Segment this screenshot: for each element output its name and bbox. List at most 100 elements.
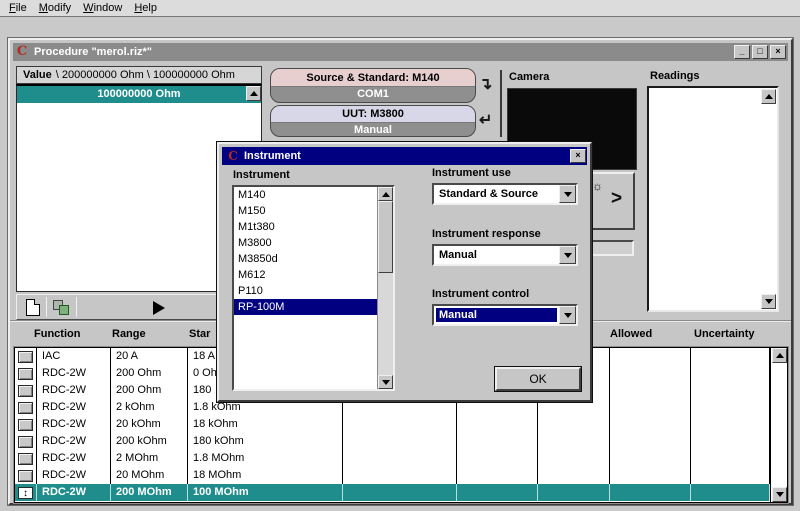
close-button[interactable]: × xyxy=(770,45,786,59)
table-cell xyxy=(691,348,770,365)
table-scroll-down-button[interactable] xyxy=(772,487,787,502)
row-selector-cell xyxy=(15,365,37,382)
table-cell: 1.8 MOhm xyxy=(188,450,343,467)
menu-item-modify[interactable]: Modify xyxy=(39,2,71,14)
dropdown-button[interactable] xyxy=(559,246,576,264)
row-checkbox[interactable] xyxy=(18,368,33,380)
instrument-item[interactable]: M1t380 xyxy=(234,219,377,235)
instrument-item[interactable]: M150 xyxy=(234,203,377,219)
table-cell xyxy=(691,433,770,450)
instrument-control-dropdown[interactable]: Manual xyxy=(432,304,578,326)
copy-icon[interactable] xyxy=(53,300,71,316)
ok-button[interactable]: OK xyxy=(495,367,581,391)
brightness-icon: ☼ xyxy=(592,179,603,193)
table-cell xyxy=(538,450,610,467)
readings-list[interactable] xyxy=(647,86,779,312)
scroll-up-icon xyxy=(382,192,390,197)
table-cell xyxy=(538,467,610,484)
source-standard-button[interactable]: Source & Standard: M140 xyxy=(271,69,475,87)
instrument-response-value: Manual xyxy=(436,248,557,262)
list-scroll-down-button[interactable] xyxy=(378,375,393,389)
next-button[interactable]: > xyxy=(611,188,622,210)
readings-scroll-down-button[interactable] xyxy=(761,294,776,309)
table-row[interactable]: RDC-2W20 kOhm18 kOhm xyxy=(15,416,770,433)
instrument-item[interactable]: M140 xyxy=(234,187,377,203)
readings-scroll-up-button[interactable] xyxy=(761,89,776,104)
row-checkbox[interactable] xyxy=(18,470,33,482)
instrument-control-label: Instrument control xyxy=(432,288,529,300)
dropdown-button[interactable] xyxy=(559,306,576,324)
instrument-item[interactable]: M3850d xyxy=(234,251,377,267)
dropdown-button[interactable] xyxy=(559,185,576,203)
row-checkbox[interactable] xyxy=(18,419,33,431)
table-cell: 180 kOhm xyxy=(188,433,343,450)
table-cell xyxy=(343,416,457,433)
table-cell xyxy=(691,467,770,484)
instrument-item[interactable]: M3800 xyxy=(234,235,377,251)
arrow-from-uut-icon: ↵ xyxy=(479,110,492,130)
list-scroll-up-button[interactable] xyxy=(378,187,393,201)
value-scroll-up-button[interactable] xyxy=(246,86,261,101)
dialog-titlebar[interactable]: C Instrument × xyxy=(222,147,587,165)
table-cell: 20 MOhm xyxy=(111,467,188,484)
table-cell xyxy=(343,484,457,501)
table-scroll-up-button[interactable] xyxy=(772,348,787,363)
table-row[interactable]: RDC-2W200 kOhm180 kOhm xyxy=(15,433,770,450)
table-cell: 200 Ohm xyxy=(111,365,188,382)
current-row-marker-icon[interactable]: ↕ xyxy=(18,487,33,499)
row-checkbox[interactable] xyxy=(18,385,33,397)
table-cell: 2 kOhm xyxy=(111,399,188,416)
window-titlebar[interactable]: C Procedure "merol.riz*" _ □ × xyxy=(13,43,788,61)
instrument-response-label: Instrument response xyxy=(432,228,541,240)
value-header: Value \ 200000000 Ohm \ 100000000 Ohm xyxy=(16,66,262,84)
scrollbar-thumb[interactable] xyxy=(378,201,393,273)
table-row[interactable]: ↕RDC-2W200 MOhm100 MOhm xyxy=(15,484,770,501)
scroll-up-icon xyxy=(765,94,773,99)
scroll-up-icon xyxy=(776,353,784,358)
copy-icon-front xyxy=(59,305,69,315)
column-header: Uncertainty xyxy=(694,328,755,340)
table-cell: 18 kOhm xyxy=(188,416,343,433)
table-cell xyxy=(343,467,457,484)
row-checkbox[interactable] xyxy=(18,351,33,363)
instrument-list-scrollbar[interactable] xyxy=(377,187,393,389)
instrument-item[interactable]: M612 xyxy=(234,267,377,283)
row-checkbox[interactable] xyxy=(18,436,33,448)
instrument-response-dropdown[interactable]: Manual xyxy=(432,244,578,266)
toolbar-separator xyxy=(46,297,47,317)
row-selector-cell: ↕ xyxy=(15,484,37,501)
table-cell xyxy=(691,484,770,501)
column-header: Star xyxy=(189,328,210,340)
table-cell: RDC-2W xyxy=(37,382,111,399)
table-cell xyxy=(457,433,538,450)
row-checkbox[interactable] xyxy=(18,453,33,465)
maximize-button[interactable]: □ xyxy=(752,45,768,59)
row-checkbox[interactable] xyxy=(18,402,33,414)
table-cell xyxy=(457,450,538,467)
value-list-item[interactable]: 100000000 Ohm xyxy=(17,86,261,103)
dialog-close-button[interactable]: × xyxy=(570,149,586,163)
table-cell xyxy=(457,416,538,433)
menu-item-file[interactable]: File xyxy=(9,2,27,14)
minimize-button[interactable]: _ xyxy=(734,45,750,59)
table-cell: RDC-2W xyxy=(37,467,111,484)
row-selector-cell xyxy=(15,399,37,416)
table-row[interactable]: RDC-2W2 MOhm1.8 MOhm xyxy=(15,450,770,467)
instrument-item[interactable]: RP-100M xyxy=(234,299,377,315)
instrument-use-label: Instrument use xyxy=(432,167,511,179)
new-document-icon[interactable] xyxy=(26,299,40,316)
table-cell xyxy=(691,365,770,382)
instrument-use-dropdown[interactable]: Standard & Source xyxy=(432,183,578,205)
uut-button[interactable]: UUT: M3800 xyxy=(271,106,475,123)
play-icon[interactable] xyxy=(153,301,165,315)
window-title: Procedure "merol.riz*" xyxy=(34,46,152,58)
table-cell: 20 A xyxy=(111,348,188,365)
table-cell xyxy=(610,365,691,382)
chevron-down-icon xyxy=(564,253,572,258)
table-row[interactable]: RDC-2W20 MOhm18 MOhm xyxy=(15,467,770,484)
instrument-list[interactable]: M140M150M1t380M3800M3850dM612P110RP-100M xyxy=(232,185,395,391)
table-scrollbar[interactable] xyxy=(770,348,787,502)
instrument-item[interactable]: P110 xyxy=(234,283,377,299)
menu-item-window[interactable]: Window xyxy=(83,2,122,14)
menu-item-help[interactable]: Help xyxy=(134,2,157,14)
